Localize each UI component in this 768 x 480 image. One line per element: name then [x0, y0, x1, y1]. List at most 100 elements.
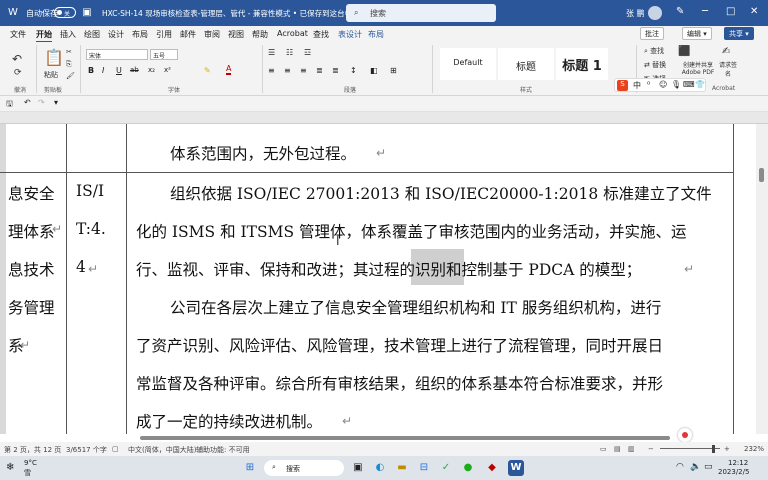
zoom-slider[interactable]: [660, 448, 720, 449]
tab-acrobat[interactable]: Acrobat: [277, 29, 308, 38]
accessibility-status[interactable]: 辅助功能: 不可用: [196, 445, 250, 455]
battery-icon[interactable]: ▭: [704, 462, 713, 472]
shading-icon[interactable]: ◧: [370, 66, 378, 75]
weather-temp[interactable]: 9°C: [24, 459, 37, 467]
tab-table-design[interactable]: 表设计: [338, 29, 362, 40]
style-default[interactable]: Default: [440, 48, 496, 80]
maximize-icon[interactable]: □: [726, 6, 735, 17]
pen-icon[interactable]: ✎: [676, 6, 684, 17]
ime-toolbar[interactable]: S 中 ⁰ ☺ 🎙 ⌨ 👕: [614, 78, 706, 92]
strikethrough-button[interactable]: ab: [130, 66, 139, 74]
volume-icon[interactable]: 🔈: [690, 462, 701, 472]
format-painter-icon[interactable]: 🖌: [66, 72, 75, 80]
ime-mode-icon[interactable]: 中: [633, 80, 641, 91]
ime-voice-icon[interactable]: 🎙: [671, 80, 681, 89]
find-button[interactable]: ⌕ 查找: [644, 46, 664, 56]
tab-home[interactable]: 开始: [36, 29, 52, 43]
justify-icon[interactable]: ≣: [316, 66, 323, 75]
zoom-in-icon[interactable]: +: [724, 445, 730, 453]
align-right-icon[interactable]: ≡: [300, 66, 307, 75]
undo-icon[interactable]: ↶: [24, 98, 31, 107]
request-sign-button[interactable]: 请求签名: [718, 60, 738, 78]
highlight-icon[interactable]: ✎: [204, 66, 211, 75]
tab-insert[interactable]: 插入: [60, 29, 76, 40]
word-count[interactable]: 3/6517 个字: [66, 445, 107, 455]
save-icon[interactable]: ▣: [80, 6, 94, 20]
close-icon[interactable]: ✕: [750, 6, 758, 17]
zoom-slider-handle[interactable]: [712, 445, 715, 453]
weather-desc[interactable]: 雪: [24, 468, 31, 478]
tab-design[interactable]: 设计: [108, 29, 124, 40]
multilevel-list-icon[interactable]: ☲: [304, 48, 311, 57]
file-explorer-icon[interactable]: ▬: [394, 460, 410, 476]
replace-button[interactable]: ⇄ 替换: [644, 60, 666, 70]
tab-review[interactable]: 审阅: [204, 29, 220, 40]
word-taskbar-icon[interactable]: W: [508, 460, 524, 476]
tab-draw[interactable]: 绘图: [84, 29, 100, 40]
scrollbar-thumb[interactable]: [759, 168, 764, 182]
italic-button[interactable]: I: [102, 66, 104, 75]
align-left-icon[interactable]: ≡: [268, 66, 275, 75]
redo-icon[interactable]: ↷: [38, 98, 45, 107]
tab-view[interactable]: 视图: [228, 29, 244, 40]
avatar[interactable]: [648, 6, 662, 20]
weather-icon[interactable]: ❄: [6, 462, 14, 473]
zoom-level[interactable]: 232%: [744, 445, 764, 453]
tab-layout[interactable]: 布局: [132, 29, 148, 40]
borders-icon[interactable]: ⊞: [390, 66, 397, 75]
search-box[interactable]: ⌕ 搜索: [346, 4, 496, 22]
store-icon[interactable]: ⊟: [416, 460, 432, 476]
style-heading[interactable]: 标题: [498, 48, 554, 80]
tab-file[interactable]: 文件: [10, 29, 26, 40]
tab-references[interactable]: 引用: [156, 29, 172, 40]
style-heading-1[interactable]: 标题 1: [556, 48, 608, 80]
comment-button[interactable]: 批注: [640, 27, 664, 40]
zoom-out-icon[interactable]: −: [648, 445, 654, 453]
ruler[interactable]: [0, 112, 768, 124]
tab-table-layout[interactable]: 布局: [368, 29, 384, 40]
subscript-button[interactable]: x₂: [148, 66, 155, 74]
start-icon[interactable]: ⊞: [242, 460, 258, 476]
undo-icon[interactable]: ↶: [12, 52, 22, 66]
redo-icon[interactable]: ⟳: [14, 68, 22, 78]
app-icon[interactable]: ✓: [438, 460, 454, 476]
save-icon[interactable]: 🖫: [6, 98, 13, 112]
paste-icon[interactable]: 📋: [44, 48, 64, 67]
focus-icon[interactable]: ▭: [600, 445, 607, 453]
bold-button[interactable]: B: [88, 66, 94, 75]
tab-mailings[interactable]: 邮件: [180, 29, 196, 40]
acrobat-icon[interactable]: ◆: [484, 460, 500, 476]
copy-icon[interactable]: ⎘: [66, 60, 72, 69]
vertical-scrollbar[interactable]: [756, 124, 768, 434]
line-spacing-icon[interactable]: ↕: [350, 66, 357, 75]
numbering-icon[interactable]: ☷: [286, 48, 293, 57]
page-count[interactable]: 第 2 页，共 12 页: [4, 445, 61, 455]
align-center-icon[interactable]: ≡: [284, 66, 291, 75]
font-color-button[interactable]: A: [226, 64, 232, 75]
clock-date[interactable]: 2023/2/5: [718, 468, 749, 476]
minimize-icon[interactable]: ─: [702, 6, 708, 17]
print-layout-icon[interactable]: ▤: [614, 445, 621, 453]
customize-qat-icon[interactable]: ▾: [54, 98, 58, 107]
wifi-icon[interactable]: ◠: [676, 462, 684, 472]
paste-label[interactable]: 粘贴: [44, 70, 58, 80]
create-pdf-button[interactable]: 创建并共享 Adobe PDF: [676, 60, 720, 76]
proofing-icon[interactable]: ▢: [112, 445, 119, 453]
edit-button[interactable]: 编辑 ▾: [682, 27, 712, 40]
font-name-select[interactable]: 宋体: [86, 49, 148, 60]
cut-icon[interactable]: ✂: [66, 48, 72, 56]
distributed-icon[interactable]: ≣: [332, 66, 339, 75]
edge-icon[interactable]: ◐: [372, 460, 388, 476]
record-button[interactable]: [678, 428, 692, 442]
ime-keyboard-icon[interactable]: ⌨: [683, 80, 695, 89]
ime-skin-icon[interactable]: 👕: [695, 80, 705, 89]
tab-find[interactable]: 查找: [313, 29, 329, 40]
task-view-icon[interactable]: ▣: [350, 460, 366, 476]
web-layout-icon[interactable]: ▥: [628, 445, 635, 453]
ime-punct-icon[interactable]: ⁰: [647, 80, 650, 89]
wechat-icon[interactable]: ●: [460, 460, 476, 476]
horizontal-scrollbar[interactable]: [140, 436, 670, 440]
font-size-select[interactable]: 五号: [150, 49, 178, 60]
ime-emoji-icon[interactable]: ☺: [659, 80, 667, 89]
underline-button[interactable]: U: [116, 66, 122, 75]
